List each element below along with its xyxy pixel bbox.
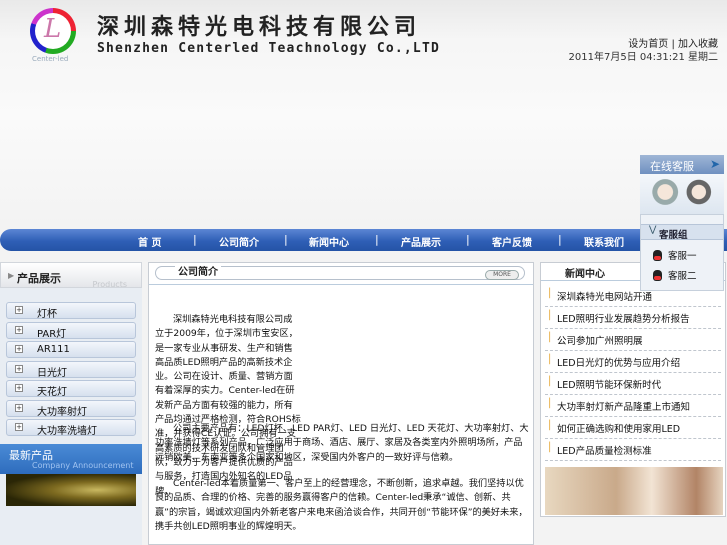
bullet-icon: │	[547, 443, 553, 453]
news-title: 新闻中心	[565, 269, 605, 280]
company-name-en: Shenzhen Centerled Teachnology Co.,LTD	[97, 41, 441, 56]
news-item-label: LED日光灯的优势与应用介绍	[557, 358, 681, 369]
news-item-label: 大功率射灯新产品隆重上市通知	[557, 402, 691, 413]
company-intro-header: 公司简介 MORE	[149, 263, 533, 285]
online-service-widget: 在线客服 ➤ ⋁ 客服组 客服一 客服二	[640, 155, 724, 291]
product-category-label: AR111	[37, 344, 70, 355]
new-products-title-en: Company Announcement	[32, 461, 134, 470]
product-category-label: 大功率射灯	[37, 406, 87, 418]
plus-icon: +	[15, 345, 23, 353]
bullet-icon: │	[547, 289, 553, 299]
product-category-label: PAR灯	[37, 328, 67, 340]
product-category-item[interactable]: + 日光灯	[6, 360, 136, 379]
products-title: 产品展示	[17, 272, 61, 285]
bullet-icon: │	[547, 399, 553, 409]
left-column: ▶ 产品展示 Products + 灯杯 + PAR灯 + AR111 + 日光灯 + 天…	[0, 262, 142, 545]
product-category-label: 大功率洗墙灯	[37, 426, 97, 437]
arrow-right-icon[interactable]: ➤	[710, 157, 720, 171]
qq-agent-link[interactable]: 客服一	[653, 248, 697, 262]
nav-contact[interactable]: 联系我们	[584, 234, 624, 249]
nav-news[interactable]: 新闻中心	[309, 234, 349, 249]
product-category-list: + 灯杯 + PAR灯 + AR111 + 日光灯 + 天花灯 + 大功率射灯 + 大功率洗墙…	[0, 288, 142, 437]
product-category-item[interactable]: + 大功率洗墙灯	[6, 419, 136, 437]
company-name-cn: 深圳森特光电科技有限公司	[97, 14, 422, 40]
qq-penguin-icon	[653, 270, 662, 281]
product-category-label: 天花灯	[37, 387, 67, 398]
service-group-label: 客服组	[659, 230, 688, 241]
bullet-icon: │	[547, 333, 553, 343]
bullet-icon: │	[547, 311, 553, 321]
arrow-right-icon: ▶	[8, 271, 15, 280]
company-intro-title: 公司简介	[175, 263, 221, 278]
news-panel: 新闻中心 │ 深圳森特光电网站开通 │ LED照明行业发展趋势分析报告 │ 公司参加广…	[540, 262, 726, 517]
nav-sep: |	[375, 233, 379, 246]
new-products-header: 最新产品 Company Announcement	[0, 444, 142, 474]
logo-letter: L	[44, 14, 62, 44]
plus-icon: +	[15, 423, 23, 431]
news-item[interactable]: │ LED照明行业发展趋势分析报告	[545, 307, 721, 329]
qq-penguin-icon	[653, 250, 662, 261]
plus-icon: +	[15, 306, 23, 314]
datetime-display: 2011年7月5日 04:31:21 星期二	[568, 52, 718, 63]
news-item[interactable]: │ LED产品质量检测标准	[545, 439, 721, 461]
products-title-en: Products	[92, 280, 127, 289]
service-title: 在线客服	[650, 160, 694, 173]
qq-agent-link[interactable]: 客服二	[653, 268, 697, 282]
product-category-item[interactable]: + PAR灯	[6, 321, 136, 340]
news-item-label: 如何正确选购和使用家用LED	[557, 424, 681, 435]
main-nav: 首 页 | 公司简介 | 新闻中心 | 产品展示 | 客户反馈 | 联系我们	[0, 229, 727, 251]
nav-sep: |	[558, 233, 562, 246]
service-group[interactable]: ⋁ 客服组	[641, 224, 723, 241]
news-item-label: LED产品质量检测标准	[557, 446, 652, 457]
plus-icon: +	[15, 325, 23, 334]
nav-home[interactable]: 首 页	[138, 234, 161, 249]
logo-subtitle: Center-led	[32, 55, 69, 63]
chevron-down-icon: ⋁	[649, 225, 657, 235]
service-header: 在线客服 ➤	[640, 155, 724, 174]
news-item[interactable]: │ LED日光灯的优势与应用介绍	[545, 351, 721, 373]
nav-sep: |	[466, 233, 470, 246]
product-category-item[interactable]: + 天花灯	[6, 380, 136, 398]
news-item[interactable]: │ 公司参加广州照明展	[545, 329, 721, 351]
nav-products[interactable]: 产品展示	[401, 234, 441, 249]
bullet-icon: │	[547, 377, 553, 387]
plus-icon: +	[15, 364, 23, 373]
product-category-label: 灯杯	[37, 309, 57, 320]
bullet-icon: │	[547, 421, 553, 431]
product-category-item[interactable]: + 灯杯	[6, 302, 136, 320]
news-item-label: LED照明节能环保新时代	[557, 380, 662, 391]
products-box-title: ▶ 产品展示 Products	[0, 262, 142, 289]
news-item-label: 公司参加广州照明展	[557, 336, 643, 347]
plus-icon: +	[15, 403, 23, 412]
nav-sep: |	[193, 233, 197, 246]
news-item[interactable]: │ 如何正确选购和使用家用LED	[545, 417, 721, 439]
news-banner-image[interactable]	[545, 467, 723, 515]
company-intro-panel: 公司简介 MORE 深圳森特光电科技有限公司成立于2009年，位于深圳市宝安区，…	[148, 262, 534, 545]
news-item[interactable]: │ LED照明节能环保新时代	[545, 373, 721, 395]
news-item-label: LED照明行业发展趋势分析报告	[557, 314, 690, 325]
service-body: ⋁ 客服组 客服一 客服二	[640, 214, 724, 291]
nav-sep: |	[284, 233, 288, 246]
plus-icon: +	[15, 384, 23, 392]
intro-paragraph: Center-led本着质量第一、客户至上的经营理念，不断创新，追求卓越。我们坚…	[155, 478, 528, 532]
more-button[interactable]: MORE	[485, 270, 519, 280]
bullet-icon: │	[547, 355, 553, 365]
qq-agent-label: 客服二	[668, 271, 697, 282]
nav-about[interactable]: 公司简介	[219, 234, 259, 249]
new-product-image[interactable]	[6, 474, 136, 506]
product-category-item[interactable]: + 大功率射灯	[6, 399, 136, 418]
intro-paragraph: 深圳森特光电科技有限公司成立于2009年，位于深圳市宝安区，是一家专业从事研发、…	[155, 314, 301, 497]
product-category-label: 日光灯	[37, 367, 67, 379]
news-item-label: 深圳森特光电网站开通	[557, 292, 653, 303]
service-photo	[640, 174, 724, 214]
qq-agent-label: 客服一	[668, 251, 697, 262]
intro-paragraph: 公司主要产品有：LED灯杯、LED PAR灯、LED 日光灯、LED 天花灯、大…	[155, 423, 529, 463]
product-category-item[interactable]: + AR111	[6, 341, 136, 358]
news-item[interactable]: │ 大功率射灯新产品隆重上市通知	[545, 395, 721, 417]
nav-feedback[interactable]: 客户反馈	[492, 234, 532, 249]
